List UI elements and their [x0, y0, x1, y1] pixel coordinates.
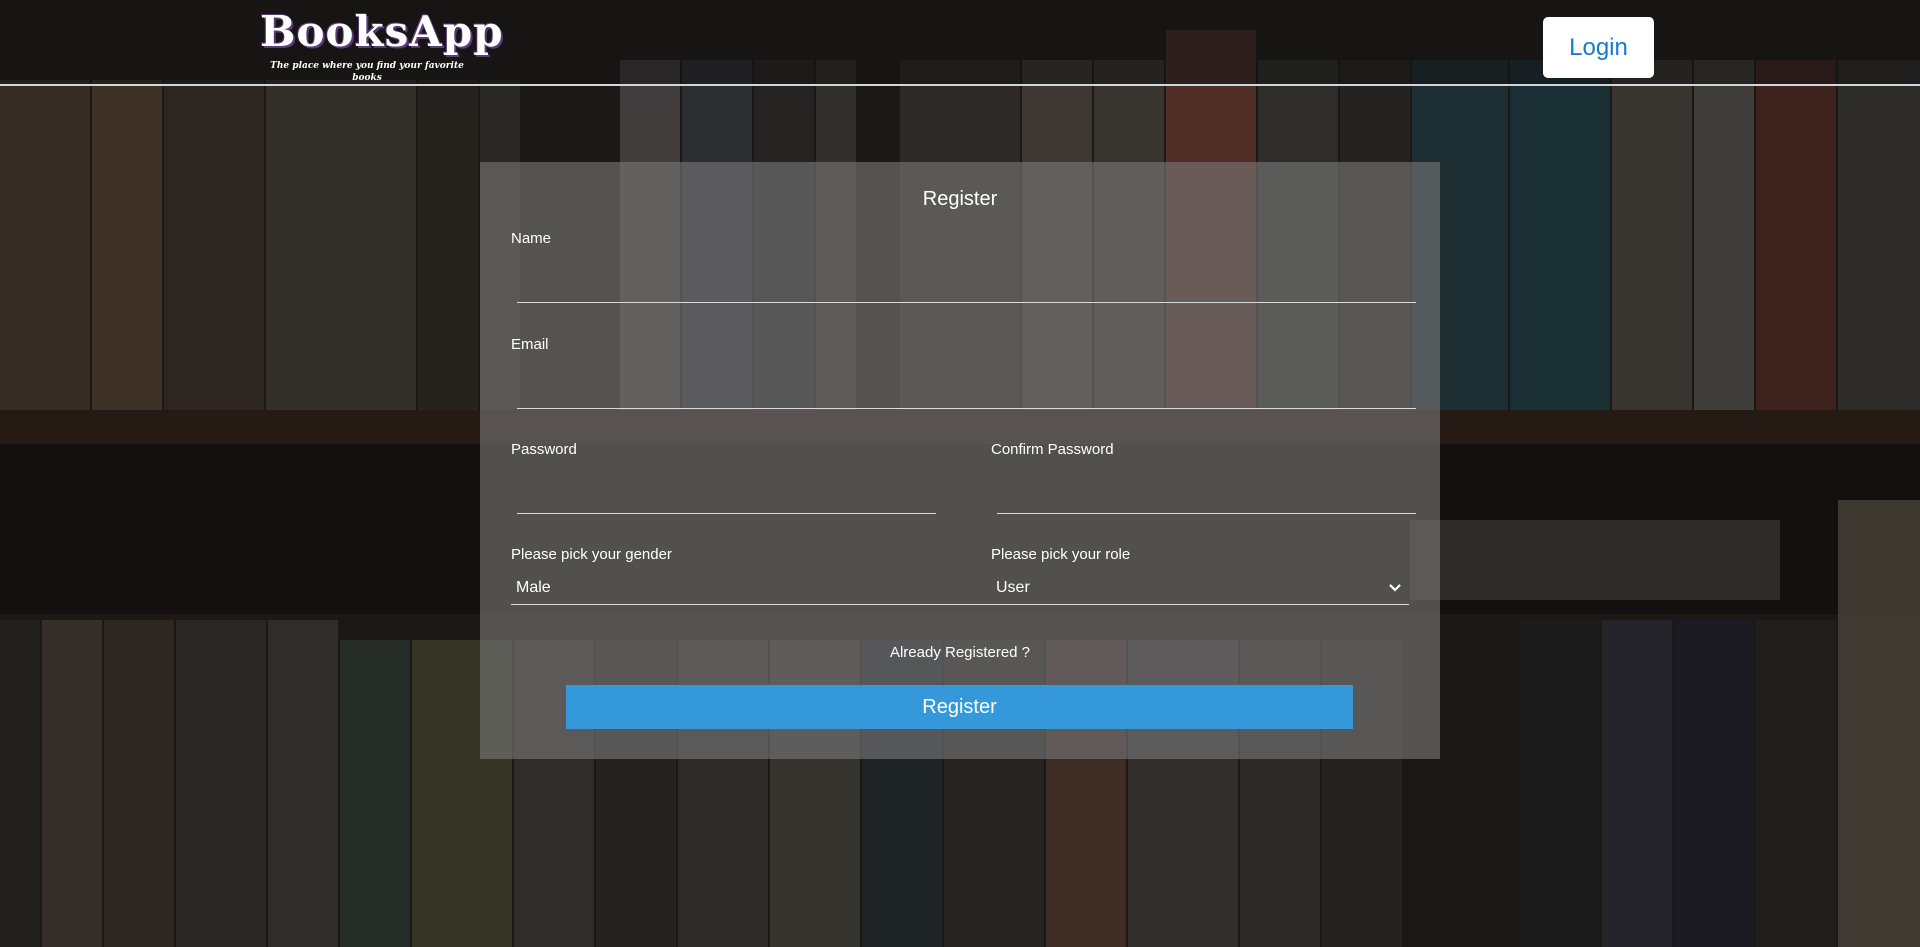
password-input[interactable] — [517, 482, 936, 514]
register-form-card: Register Name Email Password Confirm Pas… — [480, 162, 1440, 759]
email-label: Email — [511, 336, 549, 353]
brand-logo[interactable]: BooksApp The place where you find your f… — [260, 6, 504, 84]
name-input[interactable] — [517, 271, 1416, 303]
chevron-down-icon — [1389, 584, 1401, 592]
gender-selected-value: Male — [516, 579, 551, 596]
email-input[interactable] — [517, 377, 1416, 409]
form-title: Register — [922, 188, 998, 210]
brand-title: BooksApp — [260, 7, 504, 56]
register-button[interactable]: Register — [566, 685, 1353, 729]
brand-tagline: The place where you find your favorite b… — [270, 61, 464, 83]
gender-label: Please pick your gender — [511, 546, 672, 563]
top-navbar: BooksApp The place where you find your f… — [0, 0, 1920, 86]
confirm-password-label: Confirm Password — [991, 441, 1114, 458]
already-registered-link[interactable]: Already Registered ? — [480, 644, 1440, 661]
role-selected-value: User — [996, 579, 1030, 596]
name-label: Name — [511, 230, 552, 247]
role-label: Please pick your role — [991, 546, 1131, 563]
login-button[interactable]: Login — [1543, 17, 1654, 78]
register-page: BooksApp The place where you find your f… — [0, 0, 1920, 947]
role-select[interactable]: User — [991, 575, 1409, 605]
password-label: Password — [511, 441, 577, 458]
confirm-password-input[interactable] — [997, 482, 1416, 514]
